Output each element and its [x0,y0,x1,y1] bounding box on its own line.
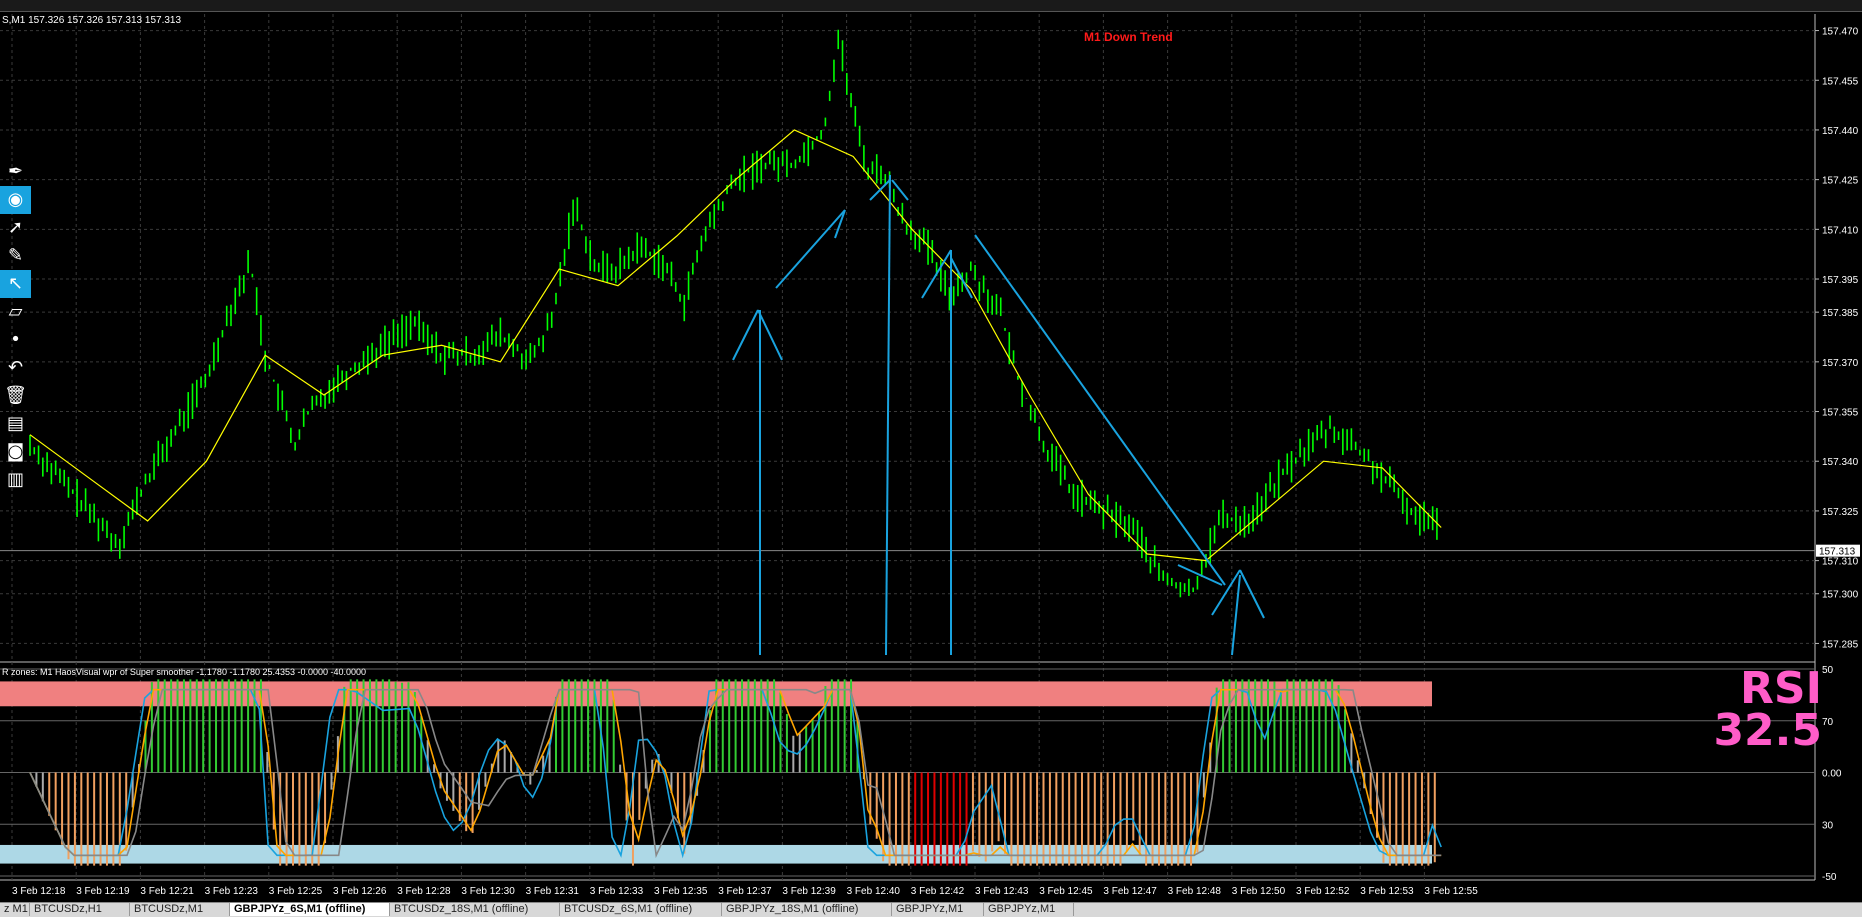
x-tick-label: 3 Feb 12:40 [847,886,901,897]
x-tick-label: 3 Feb 12:43 [975,886,1029,897]
tab-7[interactable]: GBPJPYz,M1 [892,903,984,916]
undo-icon[interactable]: ↶ [0,354,31,382]
tab-0[interactable]: z M1 [0,903,30,916]
x-tick-label: 3 Feb 12:19 [76,886,130,897]
x-tick-label: 3 Feb 12:28 [397,886,451,897]
osc-tick-label: -50 [1822,872,1837,883]
tab-4[interactable]: BTCUSDz_18S,M1 (offline) [390,903,560,916]
x-tick-label: 3 Feb 12:35 [654,886,708,897]
price-tick-label: 157.340 [1822,457,1859,468]
drawing-toolbar: ✒ ◉ ➚ ✎ ↖ ▱ • ↶ 🗑 ▤ ◙ ▥ [0,158,31,588]
ohlc-readout: S,M1 157.326 157.326 157.313 157.313 [2,15,182,26]
x-tick-label: 3 Feb 12:48 [1168,886,1222,897]
x-tick-label: 3 Feb 12:47 [1103,886,1157,897]
cursor-icon[interactable]: ➚ [0,214,31,242]
clipboard-icon[interactable]: ▥ [0,466,31,494]
tab-6[interactable]: GBPJPYz_18S,M1 (offline) [722,903,892,916]
chart-tabs: z M1 BTCUSDz,H1 BTCUSDz,M1 GBPJPYz_6S,M1 (o… [0,902,1862,917]
x-tick-label: 3 Feb 12:42 [911,886,965,897]
x-tick-label: 3 Feb 12:25 [269,886,323,897]
price-tick-label: 157.310 [1822,557,1859,568]
trend-annotation: M1 Down Trend [1084,30,1173,44]
camera-icon[interactable]: ◙ [0,438,31,466]
tab-3[interactable]: GBPJPYz_6S,M1 (offline) [230,903,390,916]
lower-zone [0,844,1432,864]
osc-tick-label: 0.00 [1822,769,1842,780]
x-tick-label: 3 Feb 12:23 [205,886,259,897]
x-tick-label: 3 Feb 12:39 [782,886,836,897]
line-tool-icon[interactable]: ↖ [0,270,31,298]
eye-icon[interactable]: ◉ [0,186,31,214]
x-tick-label: 3 Feb 12:21 [140,886,194,897]
osc-tick-label: 50 [1822,665,1834,676]
osc-tick-label: 30 [1822,820,1834,831]
osc-tick-label: 70 [1822,717,1834,728]
template-icon[interactable]: ▤ [0,410,31,438]
price-tick-label: 157.355 [1822,408,1859,419]
price-tick-label: 157.395 [1822,275,1859,286]
chart-canvas[interactable]: 3 Feb 12:18 3 Feb 12:19 3 Feb 12:21 3 Feb 1… [0,0,1862,916]
pen-icon[interactable]: ✒ [0,158,31,186]
price-tick-label: 157.440 [1822,126,1859,137]
x-tick-label: 3 Feb 12:37 [718,886,772,897]
x-tick-label: 3 Feb 12:52 [1296,886,1350,897]
current-price-label: 157.313 [1819,547,1856,558]
tab-5[interactable]: BTCUSDz_6S,M1 (offline) [560,903,722,916]
x-tick-label: 3 Feb 12:26 [333,886,387,897]
x-tick-label: 3 Feb 12:31 [526,886,580,897]
price-tick-label: 157.455 [1822,76,1859,87]
price-tick-label: 157.300 [1822,590,1859,601]
rsi-label: RSI [1740,663,1822,714]
x-tick-label: 3 Feb 12:55 [1424,886,1478,897]
x-tick-label: 3 Feb 12:33 [590,886,644,897]
top-toolbar [0,0,1862,12]
rsi-value: 32.5 [1713,705,1822,756]
trash-icon[interactable]: 🗑 [0,382,31,410]
price-tick-label: 157.470 [1822,27,1859,38]
price-tick-label: 157.410 [1822,225,1859,236]
indicator-title: R zones: M1 HaosVisual wpr of Super smoo… [2,667,367,677]
price-tick-label: 157.385 [1822,308,1859,319]
tab-8[interactable]: GBPJPYz,M1 [984,903,1074,916]
dot-icon[interactable]: • [0,326,31,354]
price-tick-label: 157.285 [1822,639,1859,650]
x-tick-label: 3 Feb 12:18 [12,886,66,897]
rsi-badge: RSI 32.5 [1713,663,1822,756]
tab-1[interactable]: BTCUSDz,H1 [30,903,130,916]
ruler-icon[interactable]: ▱ [0,298,31,326]
x-tick-label: 3 Feb 12:30 [461,886,515,897]
price-tick-label: 157.325 [1822,507,1859,518]
x-tick-label: 3 Feb 12:45 [1039,886,1093,897]
x-tick-label: 3 Feb 12:53 [1360,886,1414,897]
tab-2[interactable]: BTCUSDz,M1 [130,903,230,916]
price-tick-label: 157.370 [1822,358,1859,369]
price-tick-label: 157.425 [1822,176,1859,187]
x-tick-label: 3 Feb 12:50 [1232,886,1286,897]
tag-icon[interactable]: ✎ [0,242,31,270]
